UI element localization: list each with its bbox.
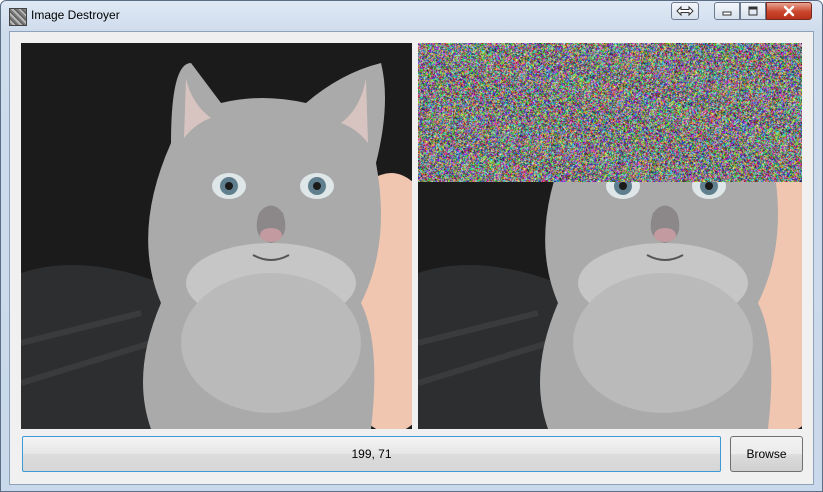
resize-arrows-icon (676, 5, 694, 17)
client-area: 199, 71 Browse (9, 31, 814, 485)
original-image-panel (21, 43, 412, 429)
app-icon (9, 8, 27, 26)
maximize-icon (748, 6, 758, 16)
maximize-button[interactable] (740, 2, 766, 20)
close-icon (783, 5, 795, 17)
noise-overlay (418, 43, 802, 182)
app-window: Image Destroyer 199, 71 Browse (0, 0, 823, 492)
browse-button[interactable]: Browse (730, 436, 803, 472)
original-kitten-image (21, 43, 412, 429)
window-title: Image Destroyer (31, 8, 120, 22)
minimize-button[interactable] (714, 2, 740, 20)
resize-button[interactable] (671, 2, 699, 20)
destroyed-image-panel (418, 43, 802, 429)
title-bar[interactable]: Image Destroyer (1, 1, 822, 31)
close-button[interactable] (766, 2, 812, 20)
position-status-bar: 199, 71 (22, 436, 721, 472)
minimize-icon (722, 11, 732, 16)
